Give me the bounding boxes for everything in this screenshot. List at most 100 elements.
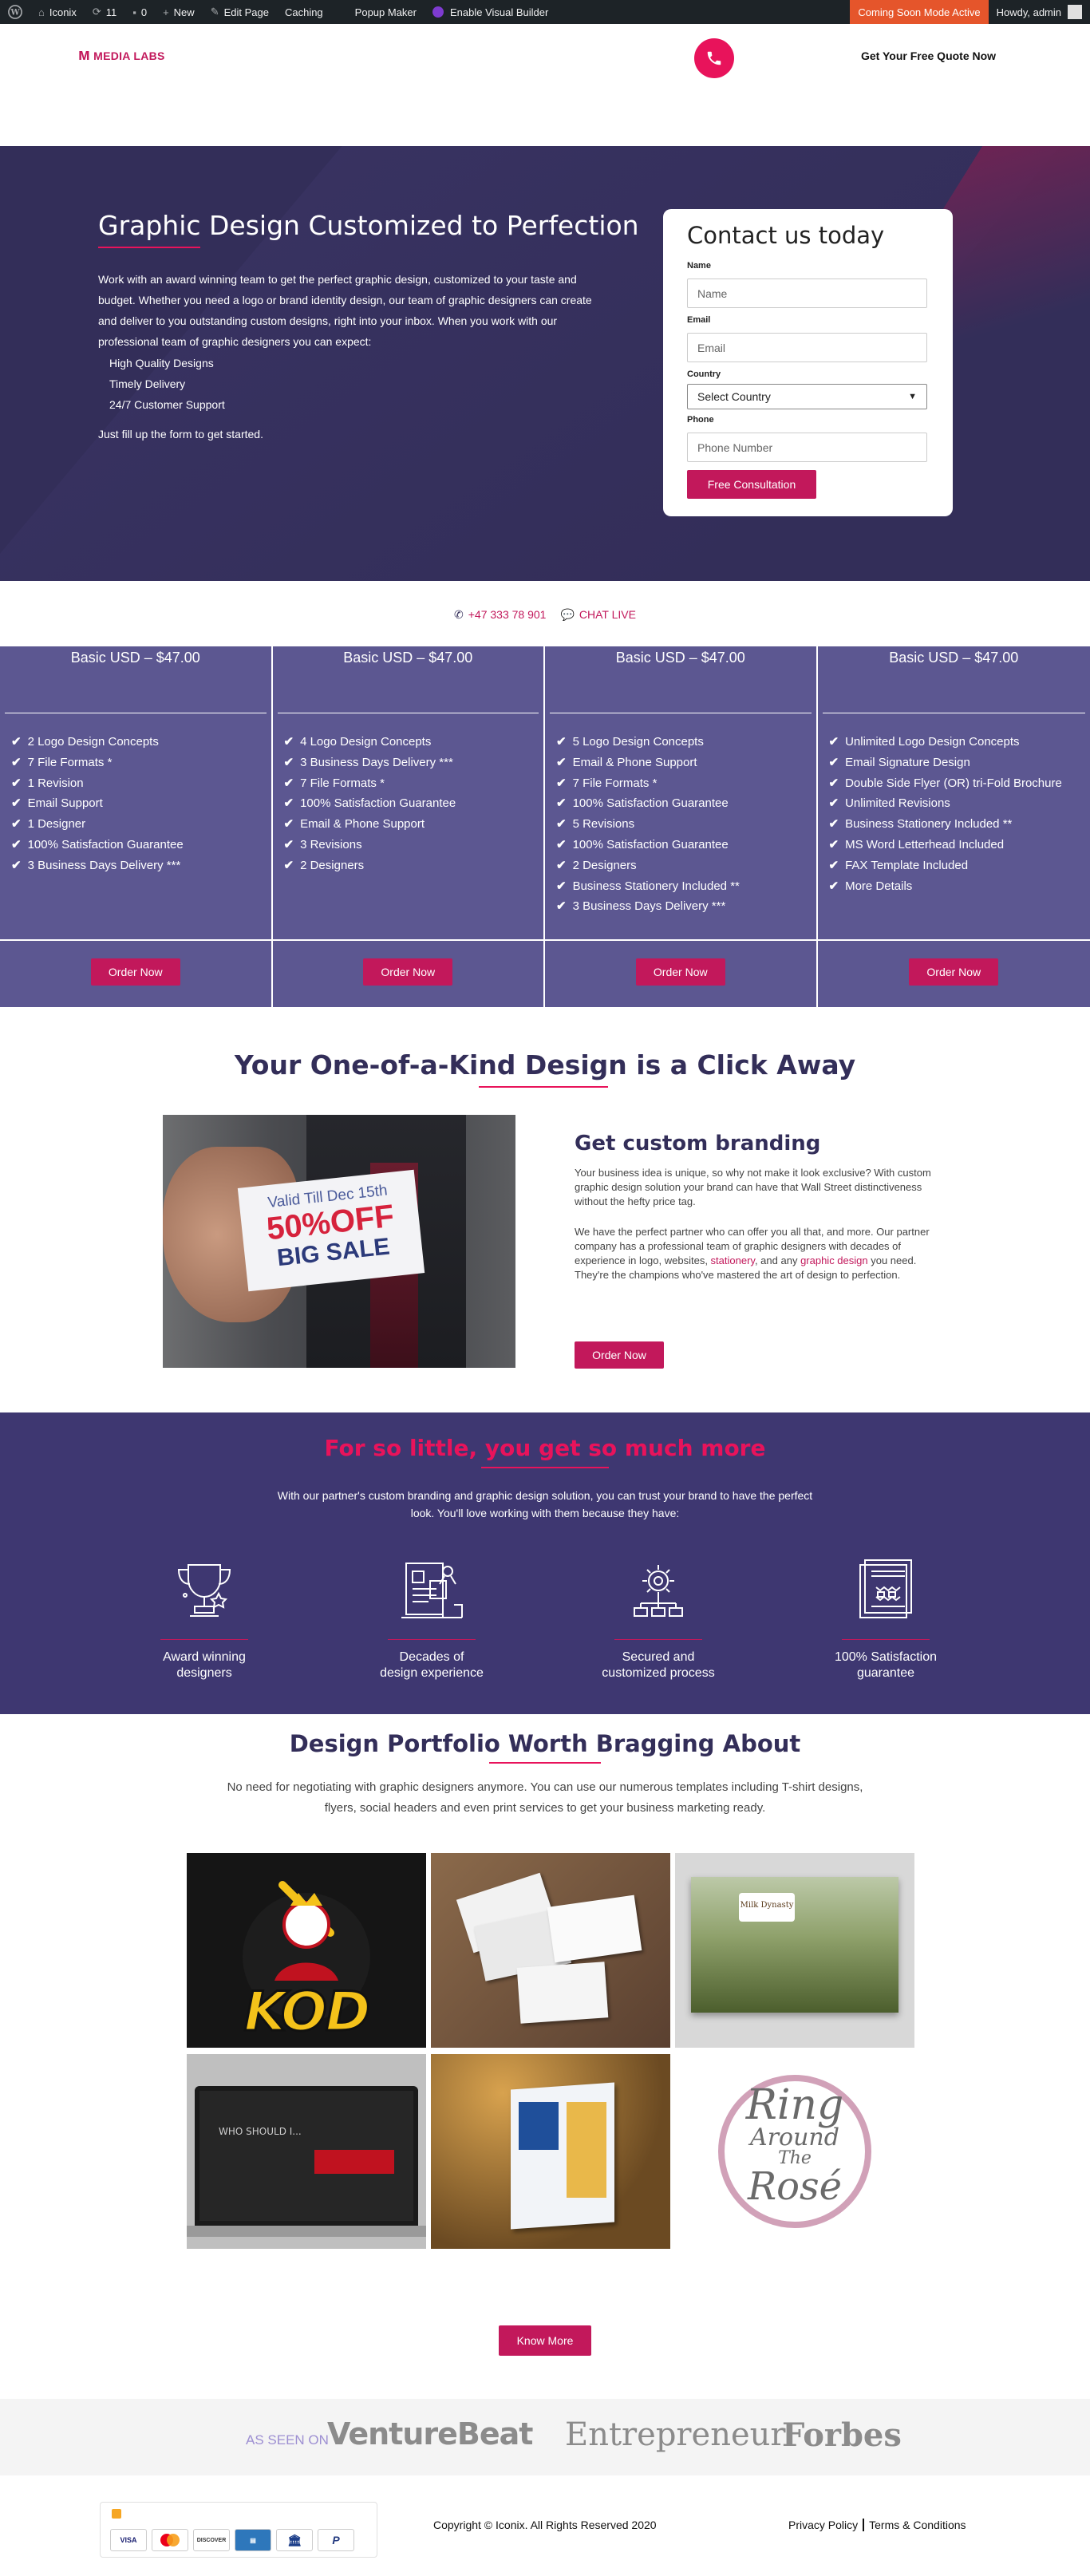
email-field[interactable]: Email bbox=[687, 333, 927, 362]
as-seen-on-label: AS SEEN ON bbox=[246, 2432, 329, 2448]
sale-card: Valid Till Dec 15th 50%OFF BIG SALE bbox=[237, 1169, 425, 1292]
admin-updates[interactable]: ⟳ 11 bbox=[85, 0, 124, 24]
list-item: ✔ MS Word Letterhead Included bbox=[829, 835, 1062, 855]
name-label: Name bbox=[687, 261, 711, 271]
portfolio-item-milk-banner[interactable]: Milk Dynasty bbox=[675, 1853, 914, 2048]
portfolio-item-laptop-website[interactable]: WHO SHOULD I... bbox=[187, 2054, 426, 2249]
gear-network-icon bbox=[622, 1555, 694, 1626]
comments-count: 0 bbox=[140, 6, 148, 18]
graphic-design-link[interactable]: graphic design bbox=[800, 1254, 868, 1266]
feature-text: FAX Template Included bbox=[845, 858, 969, 872]
list-item: ✔ 3 Revisions bbox=[284, 835, 456, 855]
plan-features: ✔ 2 Logo Design Concepts ✔ 7 File Formats *… bbox=[11, 732, 184, 876]
comment-icon: ▪ bbox=[132, 6, 136, 18]
terms-link[interactable]: Terms & Conditions bbox=[869, 2519, 966, 2531]
list-item: ✔ Unlimited Revisions bbox=[829, 793, 1062, 814]
plan-title: Basic USD – $47.00 bbox=[889, 650, 1019, 666]
list-item: ✔ Business Stationery Included ** bbox=[829, 814, 1062, 835]
admin-comments[interactable]: ▪ 0 bbox=[124, 0, 155, 24]
admin-site-name[interactable]: ⌂ Iconix bbox=[30, 0, 85, 24]
caching-label: Caching bbox=[284, 6, 323, 18]
entrepreneur-logo: Entrepreneur bbox=[565, 2416, 786, 2453]
list-item: ✔ Email Support bbox=[11, 793, 184, 814]
list-item: ✔ Business Stationery Included ** bbox=[556, 876, 740, 897]
feature-text: Unlimited Logo Design Concepts bbox=[845, 735, 1020, 749]
feature-label: 100% Satisfaction bbox=[834, 1650, 938, 1664]
portfolio-item-business-cards[interactable] bbox=[431, 1853, 670, 2048]
feature-text: Email & Phone Support bbox=[300, 817, 425, 832]
portfolio-item-brochure[interactable] bbox=[431, 2054, 670, 2249]
feature-text: 2 Designers bbox=[300, 858, 365, 872]
order-now-button[interactable]: Order Now bbox=[363, 958, 453, 986]
chat-live-link[interactable]: 💬 CHAT LIVE bbox=[560, 608, 636, 622]
feature-text: 3 Business Days Delivery *** bbox=[300, 755, 453, 769]
order-now-button[interactable]: Order Now bbox=[90, 958, 180, 986]
order-now-button[interactable]: Order Now bbox=[635, 958, 725, 986]
chevron-down-icon: ▼ bbox=[908, 392, 917, 401]
new-label: New bbox=[173, 6, 195, 18]
coming-soon-label: Coming Soon Mode Active bbox=[858, 6, 981, 18]
admin-edit-page[interactable]: ✎ Edit Page bbox=[203, 0, 277, 24]
hero-title-underline bbox=[98, 247, 200, 248]
portfolio-item-kod-logo[interactable]: KOD bbox=[187, 1853, 426, 2048]
free-consultation-button[interactable]: Free Consultation bbox=[687, 470, 816, 499]
branding-title: Get custom branding bbox=[575, 1132, 821, 1156]
check-icon: ✔ bbox=[828, 776, 839, 790]
coming-soon-badge[interactable]: Coming Soon Mode Active bbox=[850, 0, 989, 24]
privacy-policy-link[interactable]: Privacy Policy bbox=[788, 2519, 858, 2531]
phone-field[interactable]: Phone Number bbox=[687, 433, 927, 462]
portfolio-item-ring-rose-logo[interactable]: Ring Around The Rosé bbox=[675, 2054, 914, 2249]
contact-form-card: Contact us today Name Name Email Email C… bbox=[663, 209, 953, 516]
list-item: ✔ FAX Template Included bbox=[829, 855, 1062, 876]
list-item: ✔ 7 File Formats * bbox=[556, 773, 740, 794]
know-more-button[interactable]: Know More bbox=[499, 2325, 591, 2356]
check-icon: ✔ bbox=[283, 837, 294, 851]
check-icon: ✔ bbox=[11, 837, 22, 851]
feature-label: design experience bbox=[380, 1666, 484, 1680]
list-item: ✔ 2 Logo Design Concepts bbox=[11, 732, 184, 753]
check-icon: ✔ bbox=[828, 796, 839, 811]
list-item: 24/7 Customer Support bbox=[109, 398, 225, 411]
list-item: ✔ 7 File Formats * bbox=[284, 773, 456, 794]
check-icon: ✔ bbox=[556, 796, 567, 811]
as-seen-on-section: AS SEEN ON VentureBeat Entrepreneur Forb… bbox=[0, 2399, 1090, 2475]
phone-button[interactable] bbox=[694, 38, 734, 78]
phone-placeholder: Phone Number bbox=[697, 441, 773, 454]
trophy-icon bbox=[168, 1555, 240, 1626]
feature-text: Double Side Flyer (OR) tri-Fold Brochure bbox=[845, 776, 1062, 790]
admin-new[interactable]: + New bbox=[155, 0, 203, 24]
feature-text: Email Support bbox=[27, 796, 103, 811]
list-item: ✔ 3 Business Days Delivery *** bbox=[11, 855, 184, 876]
admin-caching[interactable]: Caching bbox=[277, 0, 331, 24]
check-icon: ✔ bbox=[11, 858, 22, 872]
check-icon: ✔ bbox=[828, 755, 839, 769]
site-logo[interactable]: ᴍ MEDIA LABS bbox=[78, 46, 165, 65]
check-icon: ✔ bbox=[556, 755, 567, 769]
admin-user-menu[interactable]: Howdy, admin bbox=[989, 0, 1090, 24]
admin-visual-builder[interactable]: Enable Visual Builder bbox=[425, 0, 556, 24]
check-icon: ✔ bbox=[11, 755, 22, 769]
feature-text: 7 File Formats * bbox=[27, 755, 113, 769]
kind-title-underline bbox=[479, 1086, 608, 1088]
paypal-icon: P bbox=[318, 2529, 354, 2551]
forbes-logo: Forbes bbox=[782, 2416, 902, 2454]
country-select[interactable]: Select Country ▼ bbox=[687, 384, 927, 409]
feature-label: guarantee bbox=[856, 1666, 915, 1680]
phone-icon: ✆ bbox=[454, 607, 464, 621]
name-field[interactable]: Name bbox=[687, 279, 927, 308]
check-icon: ✔ bbox=[828, 817, 839, 832]
order-now-button[interactable]: Order Now bbox=[575, 1341, 664, 1369]
list-item: ✔ Email Signature Design bbox=[829, 753, 1062, 773]
name-placeholder: Name bbox=[697, 286, 728, 300]
admin-popup-maker[interactable]: Popup Maker bbox=[347, 0, 425, 24]
pricing-column: Basic USD – $47.00 ✔ 4 Logo Design Concept… bbox=[272, 646, 545, 1007]
phone-link[interactable]: ✆ +47 333 78 901 bbox=[454, 608, 546, 622]
stationery-link[interactable]: stationery bbox=[711, 1254, 755, 1266]
wordpress-logo-icon[interactable]: W bbox=[0, 0, 30, 24]
order-now-button[interactable]: Order Now bbox=[909, 958, 999, 986]
form-title: Contact us today bbox=[687, 222, 885, 249]
check-icon: ✔ bbox=[828, 735, 839, 749]
free-quote-link[interactable]: Get Your Free Quote Now bbox=[861, 49, 996, 62]
laptop-screen-heading: WHO SHOULD I... bbox=[219, 2126, 302, 2137]
divider bbox=[272, 939, 543, 941]
